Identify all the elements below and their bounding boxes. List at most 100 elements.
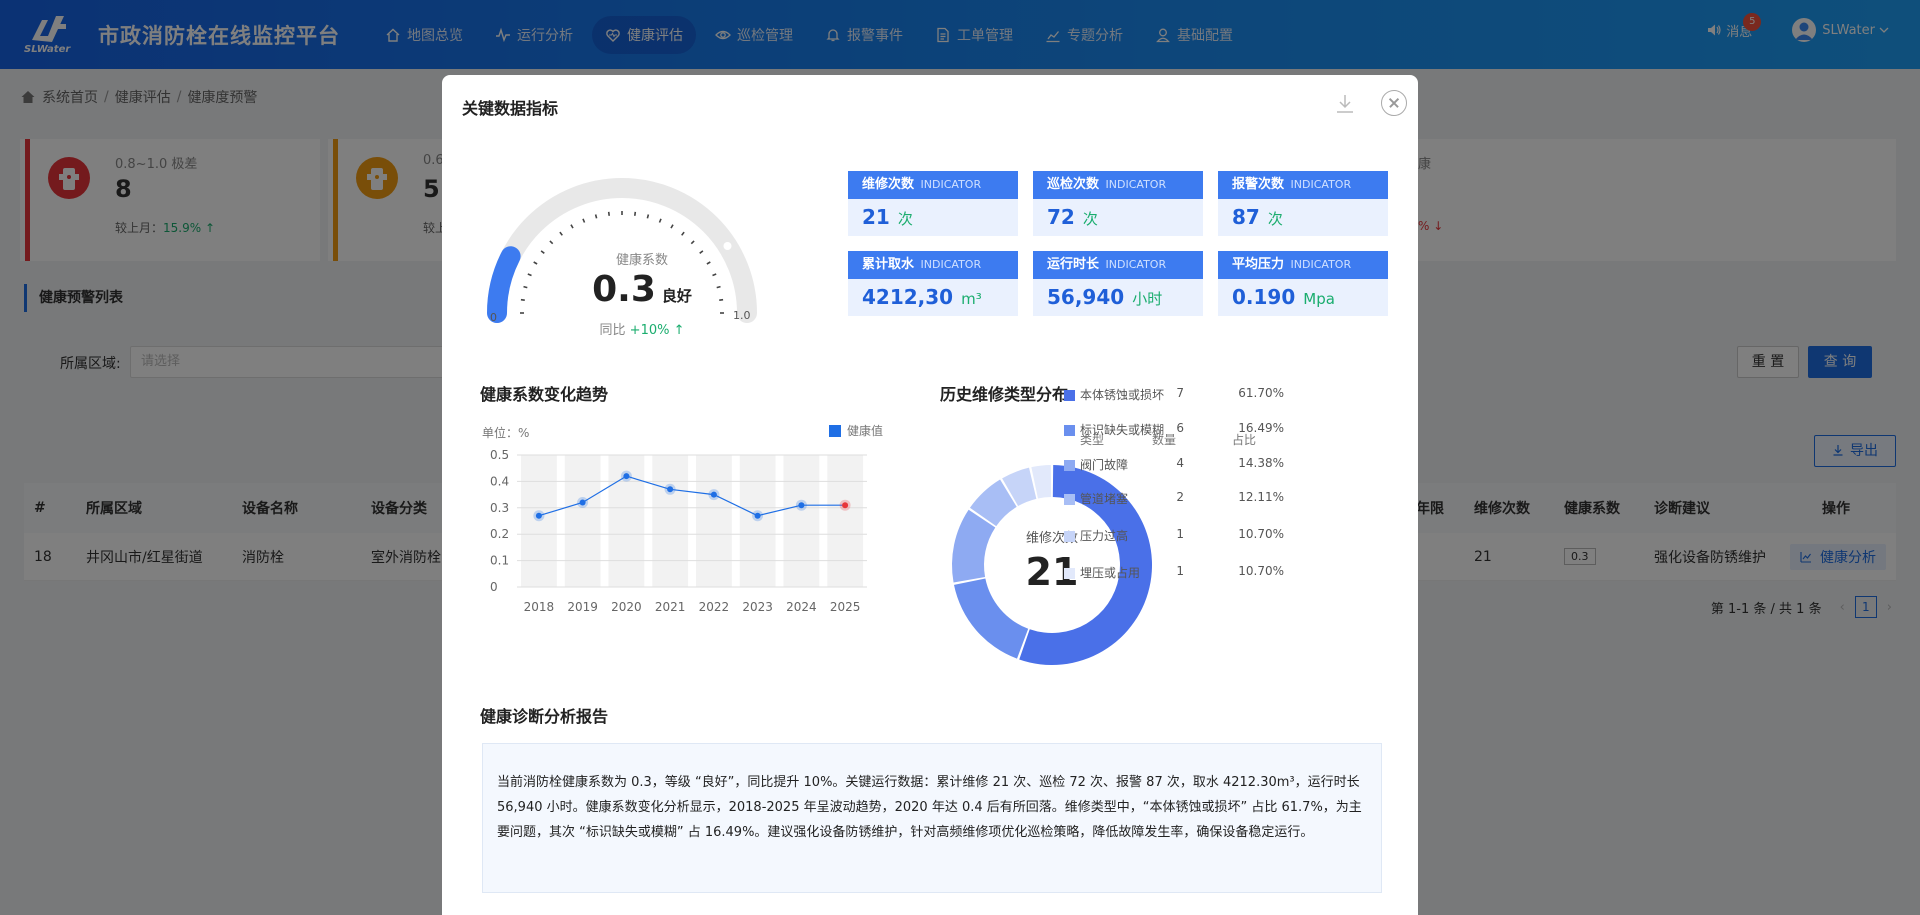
close-icon[interactable]	[1381, 90, 1407, 116]
kpi-label: 累计取水	[862, 257, 915, 272]
distribution-row[interactable]: 标识缺失或模糊 6 16.49%	[1064, 421, 1384, 441]
x-tick-label: 2022	[699, 600, 730, 614]
kpi-body: 21 次	[848, 199, 1018, 236]
report-title: 健康诊断分析报告	[480, 707, 609, 726]
kpi-en: INDICATOR	[920, 258, 982, 271]
gauge-value: 0.3 良好	[572, 269, 712, 310]
gauge-tick	[716, 285, 721, 289]
kpi-body: 0.190 Mpa	[1218, 279, 1388, 316]
gauge-tick	[523, 285, 528, 289]
kpi-en: INDICATOR	[1290, 178, 1352, 191]
distribution-count: 7	[1176, 386, 1184, 400]
distribution-count: 6	[1176, 421, 1184, 435]
health-trend-chart: 0 0.1 0.2 0.3 0.4 0.5 2018 2019 2020 2021 2022 2023…	[490, 448, 867, 614]
kpi-card-water-intake: 累计取水 INDICATOR 4212,30 m³	[848, 251, 1018, 316]
distribution-percent: 14.38%	[1238, 456, 1284, 470]
distribution-row[interactable]: 本体锈蚀或损坏 7 61.70%	[1064, 386, 1384, 406]
distribution-percent: 16.49%	[1238, 421, 1284, 435]
distribution-type: 阀门故障	[1080, 458, 1129, 472]
kpi-value: 21	[862, 205, 890, 229]
gauge-max-label: 1.0	[733, 309, 751, 322]
kpi-value: 4212,30	[862, 285, 954, 309]
kpi-value: 0.190	[1232, 285, 1296, 309]
distribution-percent: 10.70%	[1238, 527, 1284, 541]
kpi-card-repairs: 维修次数 INDICATOR 21 次	[848, 171, 1018, 236]
distribution-row[interactable]: 阀门故障 4 14.38%	[1064, 456, 1384, 476]
kpi-card-alarms: 报警次数 INDICATOR 87 次	[1218, 171, 1388, 236]
legend-swatch	[1064, 494, 1075, 505]
kpi-en: INDICATOR	[920, 178, 982, 191]
distribution-count: 4	[1176, 456, 1184, 470]
distribution-percent: 61.70%	[1238, 386, 1284, 400]
distribution-type: 管道堵塞	[1080, 492, 1129, 506]
data-point[interactable]	[579, 499, 586, 506]
trend-legend[interactable]: 健康值	[829, 422, 883, 439]
kpi-body: 87 次	[1218, 199, 1388, 236]
gauge-tick	[607, 211, 610, 216]
distribution-count: 1	[1176, 564, 1184, 578]
modal-title: 关键数据指标	[462, 99, 559, 118]
legend-swatch	[1064, 531, 1075, 542]
x-tick-label: 2019	[567, 600, 598, 614]
y-tick-label: 0.4	[490, 474, 509, 488]
gauge-tick	[712, 273, 717, 277]
gauge-tick	[670, 224, 674, 229]
data-point[interactable]	[754, 512, 761, 519]
x-tick-label: 2020	[611, 600, 642, 614]
chart-column-band	[827, 455, 864, 587]
chart-column-band	[783, 455, 820, 587]
gauge-tick	[706, 261, 711, 265]
gauge-tick	[549, 240, 554, 245]
data-point[interactable]	[710, 491, 717, 498]
gauge-yoy-label: 同比	[599, 323, 626, 338]
kpi-en: INDICATOR	[1105, 178, 1167, 191]
legend-swatch	[1064, 568, 1075, 579]
distribution-chart-title: 历史维修类型分布	[940, 385, 1069, 404]
gauge-tick	[582, 218, 586, 223]
kpi-unit: 次	[1267, 210, 1283, 228]
data-point[interactable]	[798, 502, 805, 509]
gauge-tick	[533, 261, 538, 265]
distribution-row[interactable]: 压力过高 1 10.70%	[1064, 527, 1384, 547]
gauge-tick	[646, 214, 650, 219]
kpi-en: INDICATOR	[1290, 258, 1352, 271]
gauge-tick	[540, 250, 545, 254]
distribution-row[interactable]: 埋压或占用 1 10.70%	[1064, 564, 1384, 584]
diagnosis-report-text: 当前消防栓健康系数为 0.3，等级 “良好”，同比提升 10%。关键运行数据：累…	[482, 743, 1382, 893]
kpi-value: 87	[1232, 205, 1260, 229]
kpi-label: 巡检次数	[1047, 177, 1100, 192]
kpi-head: 报警次数 INDICATOR	[1218, 171, 1388, 199]
kpi-body: 56,940 小时	[1033, 279, 1203, 316]
trend-unit-label: 单位：%	[482, 426, 530, 440]
distribution-row[interactable]: 管道堵塞 2 12.11%	[1064, 490, 1384, 510]
data-point[interactable]	[842, 502, 849, 509]
kpi-value: 72	[1047, 205, 1075, 229]
kpi-card-avg-pressure: 平均压力 INDICATOR 0.190 Mpa	[1218, 251, 1388, 316]
data-point[interactable]	[535, 512, 542, 519]
gauge-value-number: 0.3	[592, 269, 656, 310]
data-point[interactable]	[667, 486, 674, 493]
kpi-unit: 小时	[1132, 290, 1163, 308]
data-point[interactable]	[623, 473, 630, 480]
kpi-card-runtime: 运行时长 INDICATOR 56,940 小时	[1033, 251, 1203, 316]
legend-swatch	[829, 424, 841, 437]
distribution-type: 标识缺失或模糊	[1080, 423, 1165, 437]
distribution-type: 压力过高	[1080, 529, 1129, 543]
kpi-head: 巡检次数 INDICATOR	[1033, 171, 1203, 199]
gauge-min-label: 0	[490, 311, 497, 324]
gauge-tick	[681, 231, 685, 236]
gauge-tick	[699, 250, 704, 254]
y-tick-label: 0.3	[490, 501, 509, 515]
distribution-percent: 10.70%	[1238, 564, 1284, 578]
x-tick-label: 2024	[786, 600, 817, 614]
gauge-tick	[559, 231, 563, 236]
gauge-tick	[570, 224, 574, 229]
kpi-head: 平均压力 INDICATOR	[1218, 251, 1388, 279]
legend-label: 健康值	[847, 424, 884, 438]
x-tick-label: 2023	[742, 600, 773, 614]
gauge-tick	[634, 211, 637, 216]
gauge-yoy-value: +10% ↑	[629, 323, 685, 338]
gauge-tick	[594, 214, 598, 219]
download-icon[interactable]	[1335, 93, 1355, 115]
x-tick-label: 2018	[524, 600, 555, 614]
